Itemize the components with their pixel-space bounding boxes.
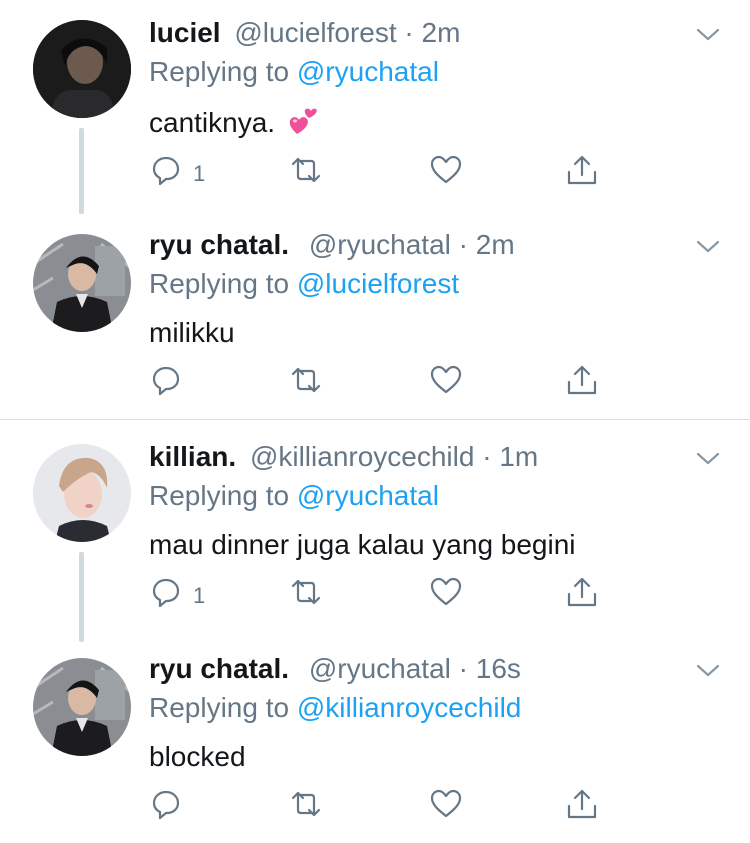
mention-link[interactable]: @ryuchatal — [297, 56, 439, 87]
reply-button[interactable]: 1 — [151, 576, 231, 616]
tweet-actions — [149, 788, 609, 828]
like-button[interactable] — [429, 576, 469, 616]
timestamp[interactable]: 2m — [476, 229, 515, 260]
timestamp[interactable]: 1m — [499, 441, 538, 472]
replying-prefix: Replying to — [149, 56, 290, 87]
retweet-button[interactable] — [287, 154, 327, 194]
tweet-text: mau dinner juga kalau yang begini — [149, 529, 576, 560]
tweet-2[interactable]: ryu chatal. @ryuchatal · 2m Replying to … — [0, 212, 750, 418]
replying-to: Replying to @lucielforest — [149, 266, 459, 302]
reply-count: 1 — [193, 161, 206, 186]
replying-to: Replying to @killianroycechild — [149, 690, 521, 726]
display-name[interactable]: killian. — [149, 441, 236, 472]
retweet-button[interactable] — [287, 364, 327, 404]
retweet-button[interactable] — [287, 576, 327, 616]
separator-dot: · — [404, 17, 414, 48]
mention-link[interactable]: @ryuchatal — [297, 480, 439, 511]
replying-prefix: Replying to — [149, 268, 290, 299]
chevron-down-icon[interactable] — [694, 660, 722, 680]
reply-icon — [152, 366, 180, 396]
tweet-text: milikku — [149, 317, 235, 348]
share-button[interactable] — [565, 788, 605, 828]
retweet-button[interactable] — [287, 788, 327, 828]
timestamp[interactable]: 16s — [476, 653, 521, 684]
share-button[interactable] — [565, 576, 605, 616]
tweet-header: ryu chatal. @ryuchatal · 16s — [149, 651, 521, 687]
like-button[interactable] — [429, 154, 469, 194]
reply-button[interactable] — [151, 788, 231, 828]
thread-line — [79, 128, 84, 214]
reply-icon — [152, 156, 180, 186]
reply-button[interactable]: 1 — [151, 154, 231, 194]
like-icon — [430, 789, 462, 818]
chevron-down-icon[interactable] — [694, 448, 722, 468]
display-name[interactable]: luciel — [149, 17, 221, 48]
avatar-image — [33, 658, 131, 756]
chevron-down-icon[interactable] — [694, 24, 722, 44]
like-icon — [430, 365, 462, 394]
avatar-image — [33, 444, 131, 542]
chevron-down-icon[interactable] — [694, 236, 722, 256]
replying-to: Replying to @ryuchatal — [149, 478, 439, 514]
share-icon — [567, 577, 597, 607]
reply-count: 1 — [193, 583, 206, 608]
tweet-3[interactable]: killian. @killianroycechild · 1m Replyin… — [0, 424, 750, 642]
reply-button[interactable] — [151, 364, 231, 404]
retweet-icon — [291, 791, 321, 817]
tweet-actions — [149, 364, 609, 404]
avatar-image — [33, 20, 131, 118]
display-name[interactable]: ryu chatal. — [149, 229, 289, 260]
thread-divider — [0, 419, 750, 420]
reply-icon — [152, 578, 180, 608]
two-hearts-emoji — [289, 108, 317, 134]
avatar-image — [33, 234, 131, 332]
user-handle[interactable]: @ryuchatal — [309, 653, 451, 684]
user-handle[interactable]: @lucielforest — [234, 17, 396, 48]
mention-link[interactable]: @killianroycechild — [297, 692, 522, 723]
avatar-luciel[interactable] — [33, 20, 131, 118]
thread-line — [79, 552, 84, 642]
tweet-actions: 1 — [149, 154, 609, 194]
share-icon — [567, 789, 597, 819]
tweet-4[interactable]: ryu chatal. @ryuchatal · 16s Replying to… — [0, 636, 750, 843]
like-button[interactable] — [429, 788, 469, 828]
share-button[interactable] — [565, 154, 605, 194]
retweet-icon — [291, 367, 321, 393]
avatar-ryuchatal[interactable] — [33, 658, 131, 756]
avatar-ryuchatal[interactable] — [33, 234, 131, 332]
timestamp[interactable]: 2m — [422, 17, 461, 48]
tweet-actions: 1 — [149, 576, 609, 616]
share-icon — [567, 155, 597, 185]
display-name[interactable]: ryu chatal. — [149, 653, 289, 684]
replying-prefix: Replying to — [149, 692, 290, 723]
separator-dot: · — [458, 229, 468, 260]
tweet-header: luciel @lucielforest · 2m — [149, 15, 460, 51]
like-button[interactable] — [429, 364, 469, 404]
retweet-icon — [291, 157, 321, 183]
tweet-1[interactable]: luciel @lucielforest · 2m Replying to @r… — [0, 0, 750, 214]
replying-to: Replying to @ryuchatal — [149, 54, 439, 90]
replying-prefix: Replying to — [149, 480, 290, 511]
like-icon — [430, 155, 462, 184]
like-icon — [430, 577, 462, 606]
tweet-header: ryu chatal. @ryuchatal · 2m — [149, 227, 515, 263]
user-handle[interactable]: @killianroycechild — [250, 441, 475, 472]
tweet-text: blocked — [149, 741, 246, 772]
share-icon — [567, 365, 597, 395]
user-handle[interactable]: @ryuchatal — [309, 229, 451, 260]
avatar-killian[interactable] — [33, 444, 131, 542]
reply-icon — [152, 790, 180, 820]
mention-link[interactable]: @lucielforest — [297, 268, 459, 299]
separator-dot: · — [458, 653, 468, 684]
tweet-text-content: cantiknya. — [149, 107, 276, 138]
separator-dot: · — [482, 441, 492, 472]
tweet-text: cantiknya. — [149, 104, 319, 142]
retweet-icon — [291, 579, 321, 605]
tweet-header: killian. @killianroycechild · 1m — [149, 439, 538, 475]
share-button[interactable] — [565, 364, 605, 404]
